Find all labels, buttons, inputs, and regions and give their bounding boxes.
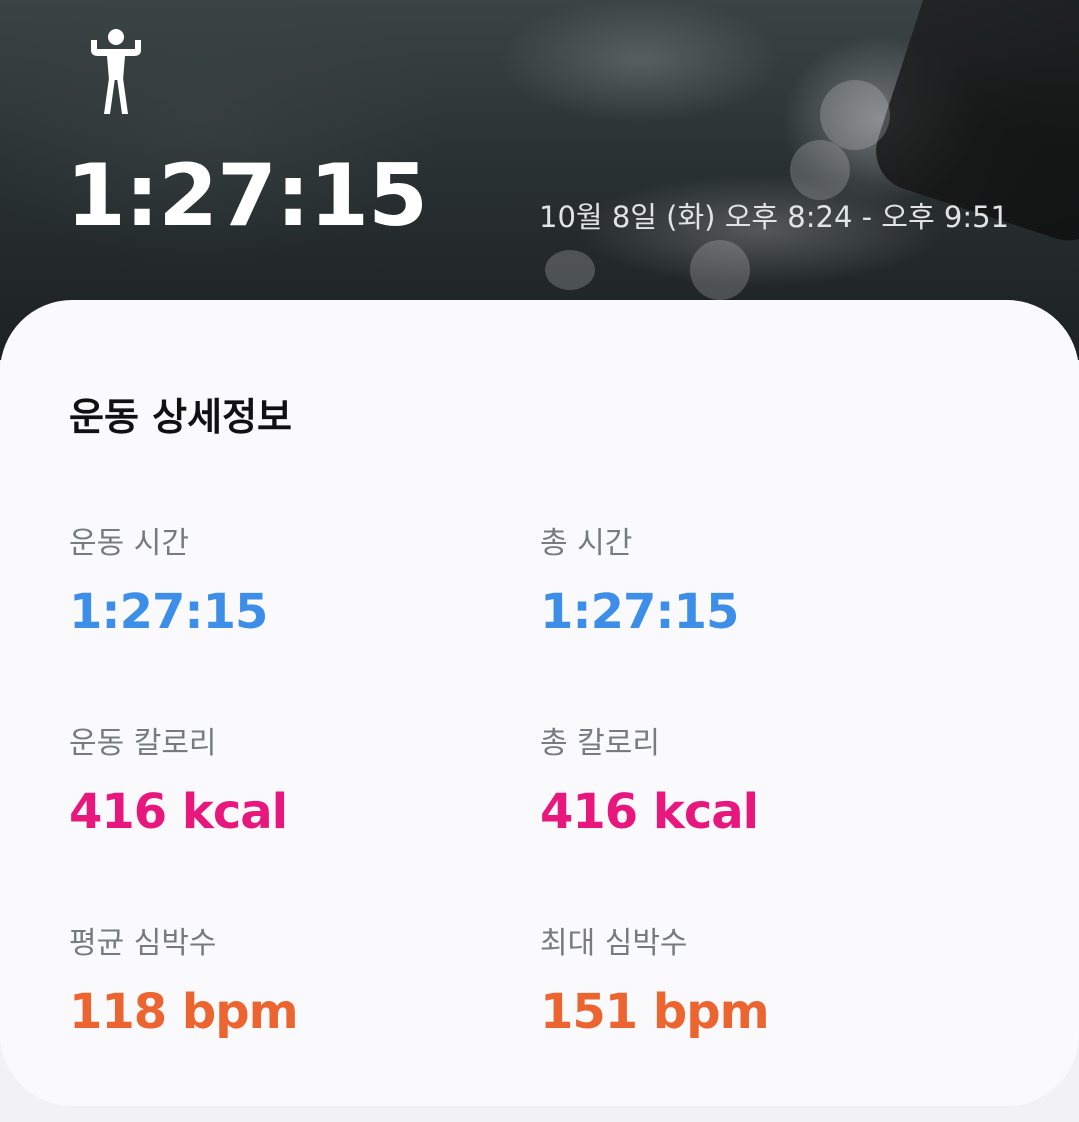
stat-value: 416 kcal — [69, 784, 288, 840]
stat-exercise-calories: 운동 칼로리 416 kcal — [69, 718, 288, 840]
stat-label: 운동 시간 — [69, 526, 189, 561]
stat-value: 1:27:15 — [69, 584, 268, 640]
stat-average-heart-rate: 평균 심박수 118 bpm — [69, 918, 299, 1040]
stat-label: 평균 심박수 — [69, 926, 217, 961]
stat-total-calories: 총 칼로리 416 kcal — [540, 718, 759, 840]
stat-total-time: 총 시간 1:27:15 — [540, 518, 739, 640]
background-bokeh — [790, 140, 850, 200]
stat-label: 총 칼로리 — [540, 726, 660, 761]
stat-label: 최대 심박수 — [540, 926, 688, 961]
background-bokeh — [545, 250, 595, 290]
background-bokeh — [820, 80, 890, 150]
stat-label: 총 시간 — [540, 526, 633, 561]
stat-value: 118 bpm — [69, 984, 299, 1040]
background-bokeh — [690, 240, 750, 300]
stat-label: 운동 칼로리 — [69, 726, 217, 761]
stat-max-heart-rate: 최대 심박수 151 bpm — [540, 918, 770, 1040]
strength-workout-icon — [91, 29, 141, 114]
stat-exercise-time: 운동 시간 1:27:15 — [69, 518, 268, 640]
workout-time-range: 10월 8일 (화) 오후 8:24 - 오후 9:51 — [539, 200, 1009, 234]
stat-value: 416 kcal — [540, 784, 759, 840]
workout-duration: 1:27:15 — [66, 146, 428, 246]
section-title: 운동 상세정보 — [69, 395, 292, 439]
stat-value: 151 bpm — [540, 984, 770, 1040]
workout-details-card: 운동 상세정보 운동 시간 1:27:15 총 시간 1:27:15 운동 칼로… — [0, 300, 1079, 1106]
stat-value: 1:27:15 — [540, 584, 739, 640]
